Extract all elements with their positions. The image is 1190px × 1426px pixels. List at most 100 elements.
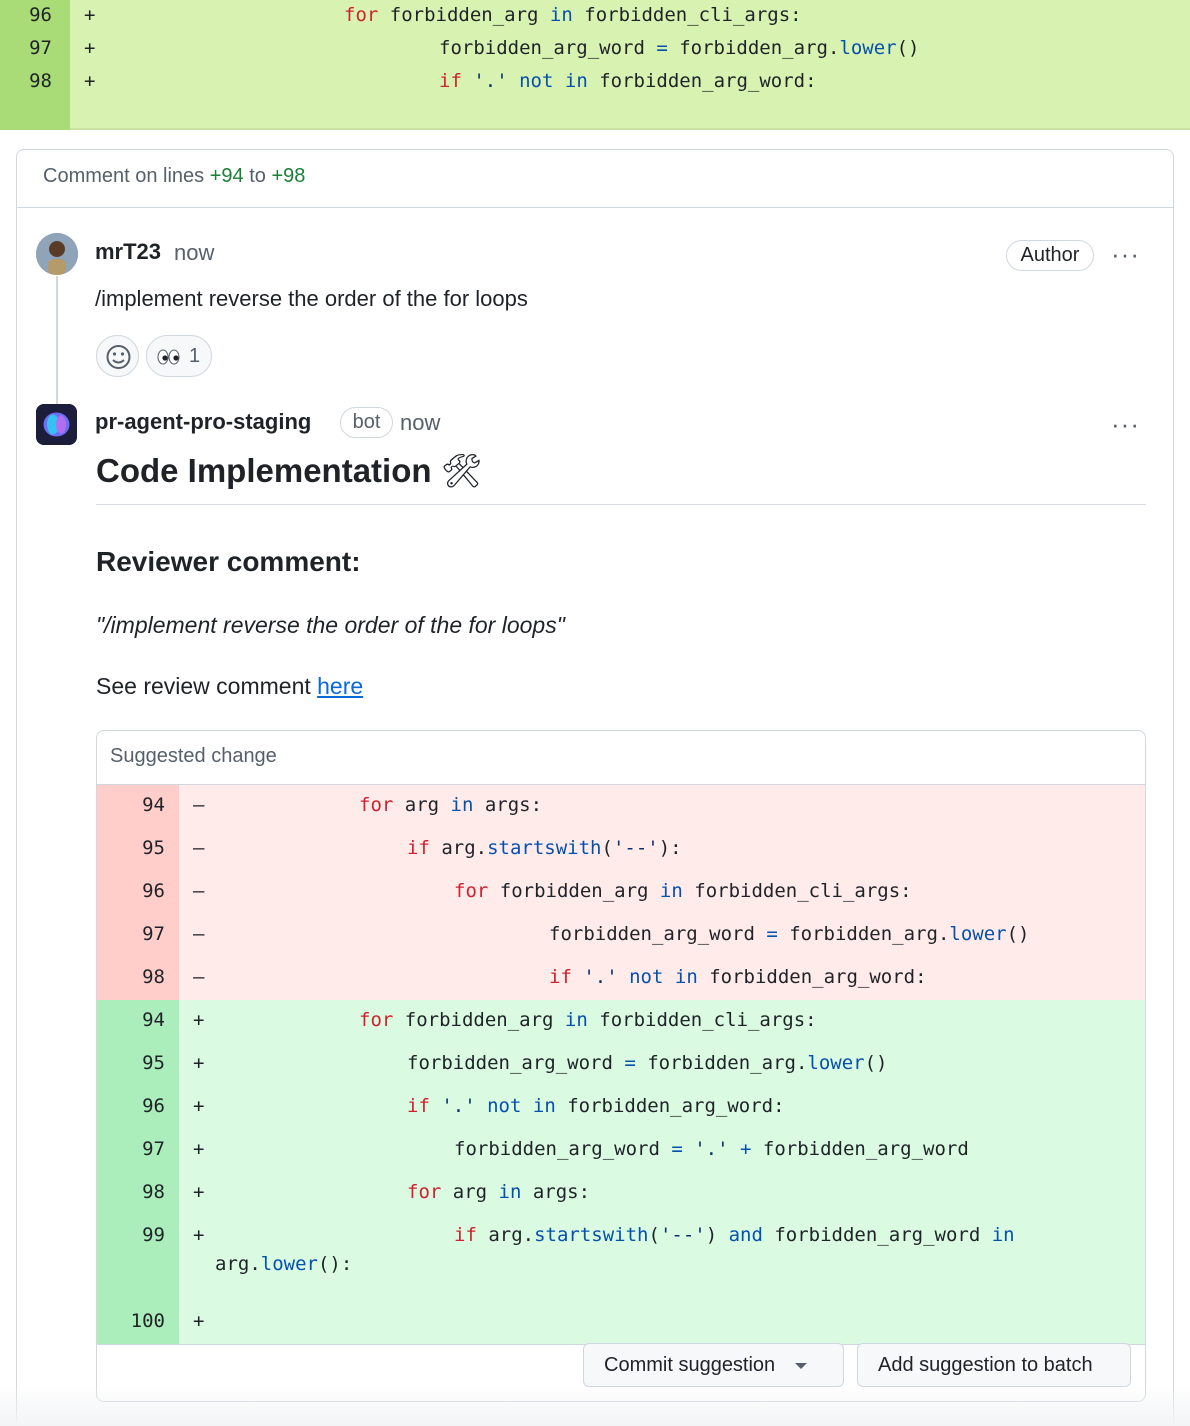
code-token: +: [740, 1138, 752, 1160]
code-token: forbidden_arg: [393, 1009, 565, 1031]
code-token: ): [705, 1224, 729, 1246]
diff-sign: –: [193, 966, 205, 988]
code-token: arg: [441, 1181, 499, 1203]
code-token: arg: [393, 794, 451, 816]
code-token: arg.: [429, 837, 488, 859]
deleted-line: 98 – if '.' not in forbidden_arg_word:: [97, 957, 1145, 1000]
code-token: if: [454, 1224, 477, 1246]
code-token: for: [359, 1009, 394, 1031]
bot-comment-more-options[interactable]: ···: [1111, 411, 1140, 437]
code-token: for: [359, 794, 394, 816]
avatar[interactable]: [36, 233, 78, 275]
comment-more-options[interactable]: ···: [1111, 241, 1140, 267]
eyes-icon: [157, 349, 180, 365]
code-text: forbidden_arg_word = forbidden_arg.lower…: [549, 923, 1029, 945]
code-token: forbidden_arg: [488, 880, 660, 902]
code-token: ():: [317, 1253, 353, 1275]
code-token: if: [439, 70, 462, 92]
code-token: forbidden_arg_word:: [697, 966, 927, 988]
code-token: forbidden_cli_args:: [682, 880, 912, 902]
chevron-down-icon[interactable]: [795, 1362, 808, 1369]
line-number: 95: [142, 837, 165, 859]
added-line: 96 + if '.' not in forbidden_arg_word:: [97, 1086, 1145, 1129]
line-number: 97: [142, 923, 165, 945]
bot-avatar[interactable]: [36, 404, 77, 445]
line-number: 98: [142, 1181, 165, 1203]
code-token: '--': [659, 1224, 706, 1246]
add-reaction-button[interactable]: [96, 335, 139, 377]
code-token: lower: [260, 1253, 318, 1275]
code-text: for forbidden_arg in forbidden_cli_args:: [454, 880, 912, 902]
code-token: '.': [682, 1138, 740, 1160]
line-number: 100: [130, 1310, 165, 1332]
code-text: for arg in args:: [359, 794, 542, 816]
diff-line: 96 + for forbidden_arg in forbidden_cli_ar…: [0, 0, 1190, 32]
code-token: =: [624, 1052, 636, 1074]
diff-sign: +: [193, 1052, 205, 1074]
code-token: (): [864, 1052, 888, 1074]
code-token: if: [549, 966, 572, 988]
added-line: 97 + forbidden_arg_word = '.' + forbidden_…: [97, 1129, 1145, 1172]
diff-sign: –: [193, 880, 205, 902]
code-token: not: [519, 70, 554, 92]
code-text: forbidden_arg_word = '.' + forbidden_arg…: [454, 1138, 969, 1160]
deleted-line: 95 – if arg.startswith('--'):: [97, 828, 1145, 871]
diff-line: 97 + forbidden_arg_word = forbidden_arg.lo…: [0, 32, 1190, 65]
suggested-change-label: Suggested change: [97, 731, 1145, 785]
code-token: arg.: [476, 1224, 535, 1246]
code-token: in: [549, 4, 573, 26]
eyes-reaction-button[interactable]: 1: [146, 335, 212, 377]
deleted-line: 97 – forbidden_arg_word = forbidden_arg.lo…: [97, 914, 1145, 957]
code-text-wrapped: arg.lower():: [215, 1253, 352, 1275]
added-line: 94 + for forbidden_arg in forbidden_cli_ar…: [97, 1000, 1145, 1043]
code-token: in: [450, 794, 474, 816]
line-number[interactable]: 96: [0, 0, 52, 32]
code-text: forbidden_arg_word = forbidden_arg.lower…: [407, 1052, 887, 1074]
comment-time[interactable]: now: [174, 240, 214, 266]
code-token: arg.: [215, 1253, 261, 1275]
code-token: forbidden_cli_args:: [572, 4, 802, 26]
code-token: =: [671, 1138, 683, 1160]
bot-author[interactable]: pr-agent-pro-staging: [95, 409, 311, 435]
comment-lines-prefix: Comment on lines: [43, 165, 210, 187]
line-number[interactable]: 97: [0, 32, 52, 65]
diff-sign: +: [193, 1224, 205, 1246]
code-token: forbidden_arg_word:: [555, 1095, 785, 1117]
code-token: for: [407, 1181, 442, 1203]
diff-sign: +: [84, 37, 96, 59]
reviewer-comment-quote: "/implement reverse the order of the for…: [96, 612, 565, 638]
line-number: 97: [142, 1138, 165, 1160]
commit-suggestion-button[interactable]: Commit suggestion: [583, 1343, 844, 1387]
diff-sign: +: [193, 1009, 205, 1031]
add-to-batch-button[interactable]: Add suggestion to batch: [857, 1343, 1131, 1387]
bot-comment-time[interactable]: now: [400, 410, 440, 436]
code-token: startswith: [534, 1224, 649, 1246]
code-token: forbidden_arg_word: [751, 1138, 969, 1160]
thread-line: [56, 276, 58, 404]
code-token: for: [454, 880, 489, 902]
diff-sign: +: [193, 1138, 205, 1160]
implementation-title: Code Implementation 🛠: [96, 452, 483, 491]
code-token: args:: [521, 1181, 591, 1203]
diff-sign: +: [193, 1095, 205, 1117]
review-comment-link[interactable]: here: [317, 673, 363, 699]
line-number: 96: [142, 1095, 165, 1117]
line-number: 99: [142, 1224, 165, 1246]
line-number[interactable]: 98: [0, 65, 52, 98]
code-token: ):: [658, 837, 682, 859]
line-number: 94: [142, 794, 165, 816]
line-number: 96: [142, 880, 165, 902]
diff-sign: +: [193, 1181, 205, 1203]
comment-lines-header: Comment on lines +94 to +98: [17, 150, 1173, 208]
commit-suggestion-label: Commit suggestion: [604, 1354, 776, 1376]
diff-sign: –: [193, 923, 205, 945]
code-text: if '.' not in forbidden_arg_word:: [439, 65, 817, 98]
added-line: 98 + for arg in args:: [97, 1172, 1145, 1215]
smiley-icon: [106, 345, 131, 369]
code-token: lower: [807, 1052, 865, 1074]
line-number: 95: [142, 1052, 165, 1074]
diff-sign: +: [84, 4, 96, 26]
comment-author[interactable]: mrT23: [95, 239, 161, 265]
